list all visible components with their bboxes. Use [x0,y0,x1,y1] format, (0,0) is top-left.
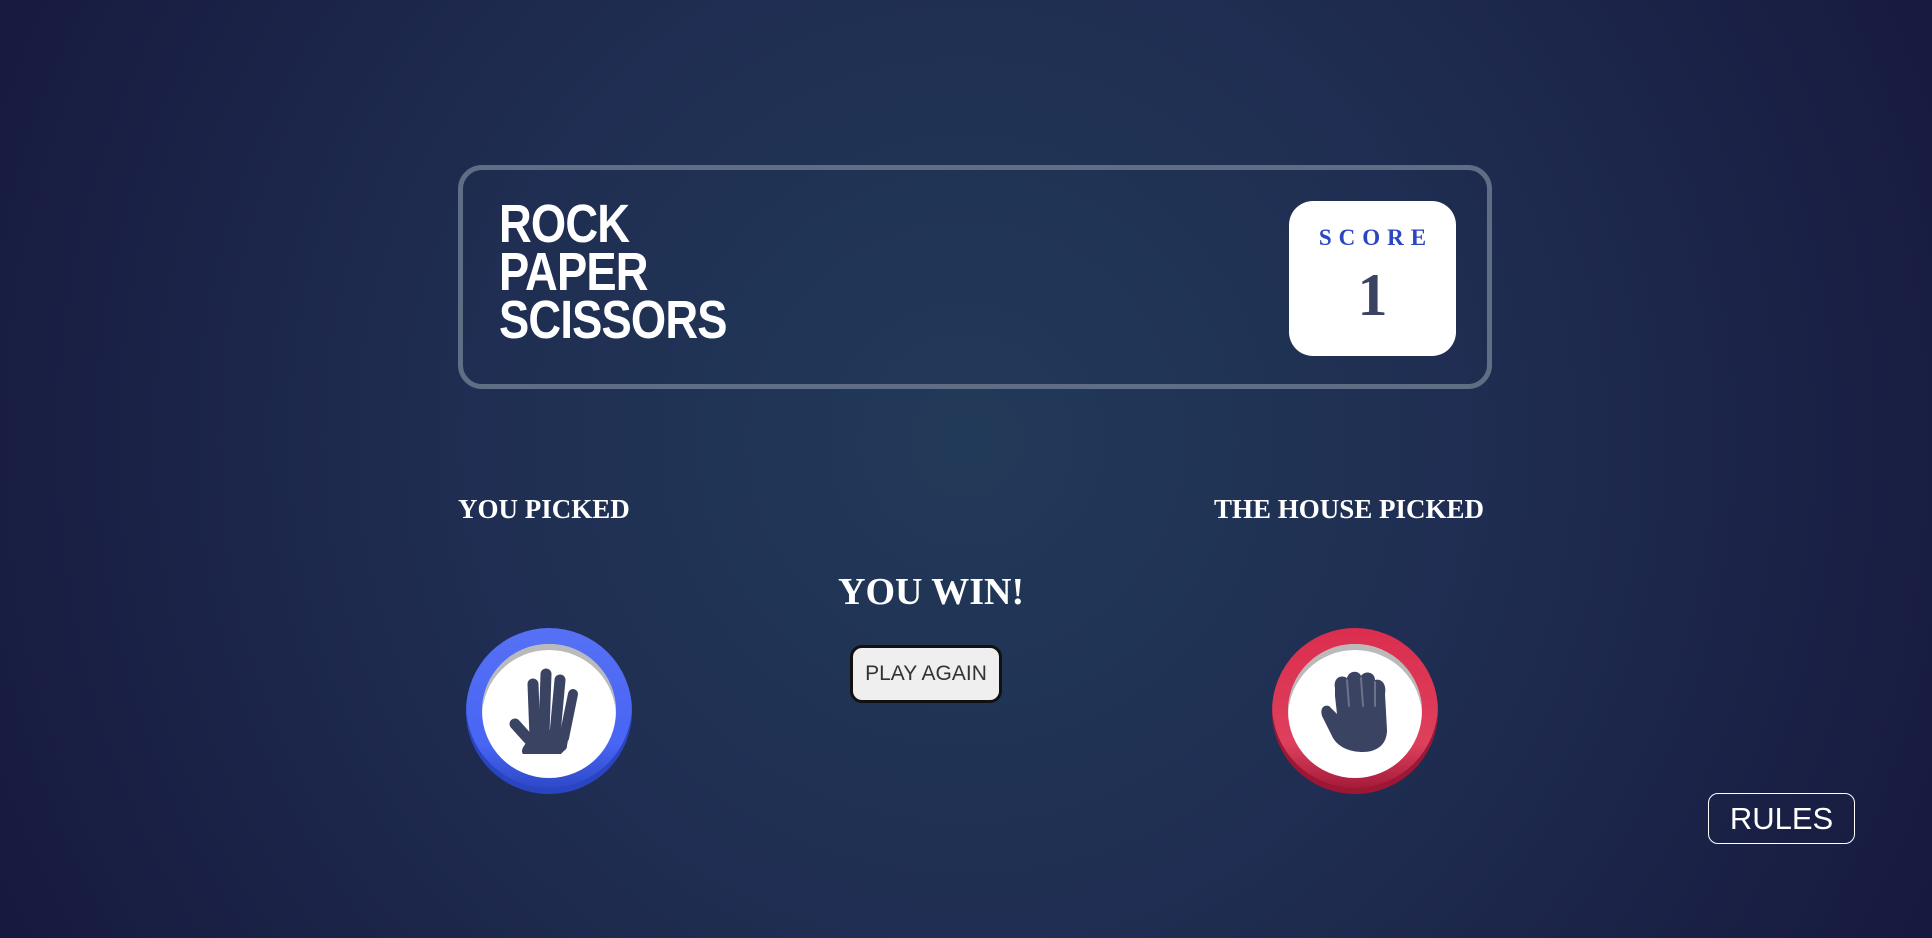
play-again-button[interactable]: PLAY AGAIN [850,645,1002,703]
score-label: SCORE [1318,225,1434,250]
player-choice-paper [466,628,632,794]
game-header: ROCK PAPER SCISSORS SCORE 1 [458,165,1492,389]
house-choice-rock [1272,628,1438,794]
rules-button[interactable]: RULES [1708,793,1855,844]
player-choice-inner [482,644,616,778]
house-choice-inner [1288,644,1422,778]
paper-hand-icon [509,668,578,754]
rock-fist-icon [1321,671,1387,752]
score-box: SCORE 1 [1289,201,1456,356]
game-title: ROCK PAPER SCISSORS [499,194,728,350]
result-text: YOU WIN! [838,571,1025,613]
title-line-rock: ROCK [499,194,630,254]
you-picked-label: YOU PICKED [458,494,630,524]
title-line-scissors: SCISSORS [499,290,728,350]
title-line-paper: PAPER [499,242,649,302]
house-picked-label: THE HOUSE PICKED [1214,494,1485,524]
score-value: 1 [1357,262,1388,328]
